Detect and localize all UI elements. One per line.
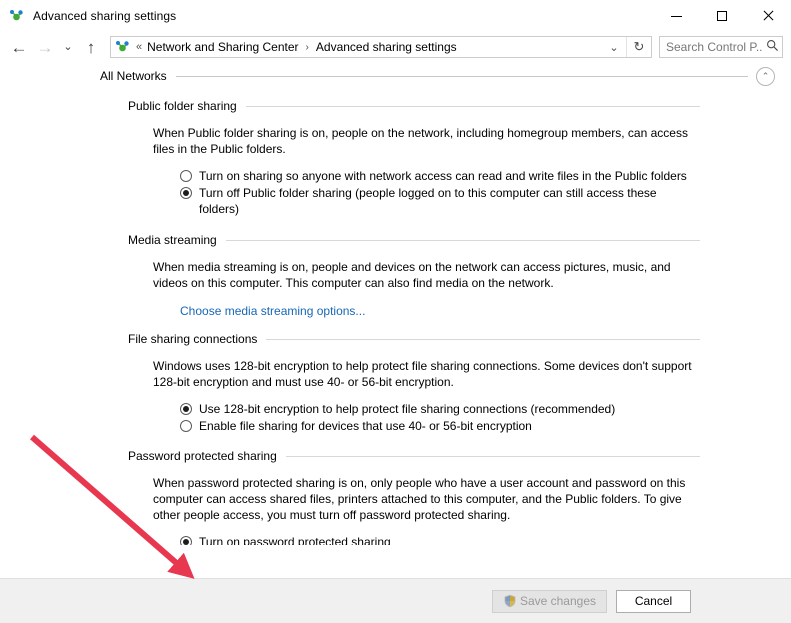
collapse-chevron-up-icon[interactable]: ⌃	[756, 66, 775, 86]
section-description: Windows uses 128-bit encryption to help …	[153, 359, 692, 389]
radio-icon[interactable]	[180, 536, 192, 545]
forward-button[interactable]: →	[32, 34, 58, 60]
section-title: Password protected sharing	[128, 449, 277, 463]
window-controls	[653, 0, 791, 32]
section-body: Windows uses 128-bit encryption to help …	[0, 358, 791, 434]
section-header: Media streaming	[0, 231, 791, 249]
window-title: Advanced sharing settings	[33, 9, 177, 23]
radio-option-turn-on-sharing[interactable]: Turn on sharing so anyone with network a…	[180, 168, 699, 184]
section-header: File sharing connections	[0, 330, 791, 348]
group-divider	[175, 75, 748, 77]
radio-group-public-folder-sharing: Turn on sharing so anyone with network a…	[153, 168, 699, 217]
section-divider	[285, 455, 700, 457]
title-bar: Advanced sharing settings	[0, 0, 791, 32]
section-description: When media streaming is on, people and d…	[153, 260, 671, 290]
section-media-streaming: Media streaming When media streaming is …	[0, 231, 791, 318]
radio-label: Turn on sharing so anyone with network a…	[199, 169, 687, 183]
search-box[interactable]: Search Control P...	[659, 36, 783, 58]
footer-button-bar: Save changes Cancel	[0, 578, 791, 623]
section-password-protected-sharing: Password protected sharing When password…	[0, 447, 791, 545]
cancel-label: Cancel	[634, 594, 673, 608]
radio-option-turn-off-public-folder-sharing[interactable]: Turn off Public folder sharing (people l…	[180, 185, 699, 217]
content-area: All Networks ⌃ Public folder sharing Whe…	[0, 62, 791, 545]
maximize-icon	[717, 11, 727, 21]
close-icon	[762, 10, 774, 22]
search-icon[interactable]	[762, 39, 782, 55]
radio-group-password-protected-sharing: Turn on password protected sharing Turn …	[153, 534, 699, 545]
section-file-sharing-connections: File sharing connections Windows uses 12…	[0, 330, 791, 434]
network-sharing-icon	[9, 8, 25, 24]
group-title: All Networks	[100, 69, 167, 83]
radio-label: Turn on password protected sharing	[199, 535, 391, 545]
radio-label: Use 128-bit encryption to help protect f…	[199, 402, 616, 416]
cancel-button[interactable]: Cancel	[616, 589, 691, 613]
radio-option-use-128-bit-encryption[interactable]: Use 128-bit encryption to help protect f…	[180, 401, 699, 417]
recent-locations-button[interactable]: ⌄	[58, 34, 78, 60]
radio-icon[interactable]	[180, 420, 192, 432]
breadcrumb-separator-icon[interactable]: ›	[306, 42, 309, 53]
minimize-button[interactable]	[653, 0, 699, 32]
up-button[interactable]: ↑	[78, 34, 104, 60]
maximize-button[interactable]	[699, 0, 745, 32]
chevron-down-icon[interactable]: ⌄	[602, 37, 626, 57]
radio-icon[interactable]	[180, 403, 192, 415]
section-public-folder-sharing: Public folder sharing When Public folder…	[0, 97, 791, 217]
section-divider	[266, 338, 700, 340]
address-bar-network-icon	[115, 39, 131, 55]
section-title: Media streaming	[128, 233, 217, 247]
radio-option-enable-40-or-56-bit-encryption[interactable]: Enable file sharing for devices that use…	[180, 418, 699, 434]
breadcrumb-item-advanced-sharing-settings[interactable]: Advanced sharing settings	[316, 40, 457, 54]
radio-icon[interactable]	[180, 187, 192, 199]
section-title: Public folder sharing	[128, 99, 237, 113]
back-button[interactable]: ←	[6, 34, 32, 60]
section-body: When Public folder sharing is on, people…	[0, 125, 791, 217]
section-divider	[245, 105, 700, 107]
group-header-all-networks: All Networks ⌃	[0, 65, 791, 87]
section-body: When media streaming is on, people and d…	[0, 259, 791, 318]
close-button[interactable]	[745, 0, 791, 32]
radio-option-turn-on-password-protected-sharing[interactable]: Turn on password protected sharing	[180, 534, 699, 545]
radio-label: Turn off Public folder sharing (people l…	[199, 186, 657, 216]
navigation-bar: ← → ⌄ ↑ « Network and Sharing Center › A…	[0, 32, 791, 62]
section-description: When password protected sharing is on, o…	[153, 476, 686, 522]
section-description: When Public folder sharing is on, people…	[153, 126, 688, 156]
choose-media-streaming-options-link[interactable]: Choose media streaming options...	[180, 304, 365, 318]
section-title: File sharing connections	[128, 332, 258, 346]
refresh-icon[interactable]: ↻	[626, 37, 651, 57]
section-header: Password protected sharing	[0, 447, 791, 465]
save-changes-button[interactable]: Save changes	[491, 589, 607, 613]
radio-label: Enable file sharing for devices that use…	[199, 419, 532, 433]
minimize-icon	[670, 15, 682, 17]
uac-shield-icon	[503, 594, 517, 608]
section-divider	[225, 239, 700, 241]
radio-group-file-sharing-connections: Use 128-bit encryption to help protect f…	[153, 401, 699, 434]
section-header: Public folder sharing	[0, 97, 791, 115]
radio-icon[interactable]	[180, 170, 192, 182]
address-bar[interactable]: « Network and Sharing Center › Advanced …	[110, 36, 652, 58]
breadcrumb-item-network-sharing-center[interactable]: Network and Sharing Center	[147, 40, 298, 54]
section-body: When password protected sharing is on, o…	[0, 475, 791, 545]
save-changes-label: Save changes	[519, 594, 596, 608]
search-input[interactable]: Search Control P...	[660, 40, 762, 54]
breadcrumb-overflow-icon[interactable]: «	[136, 41, 142, 53]
